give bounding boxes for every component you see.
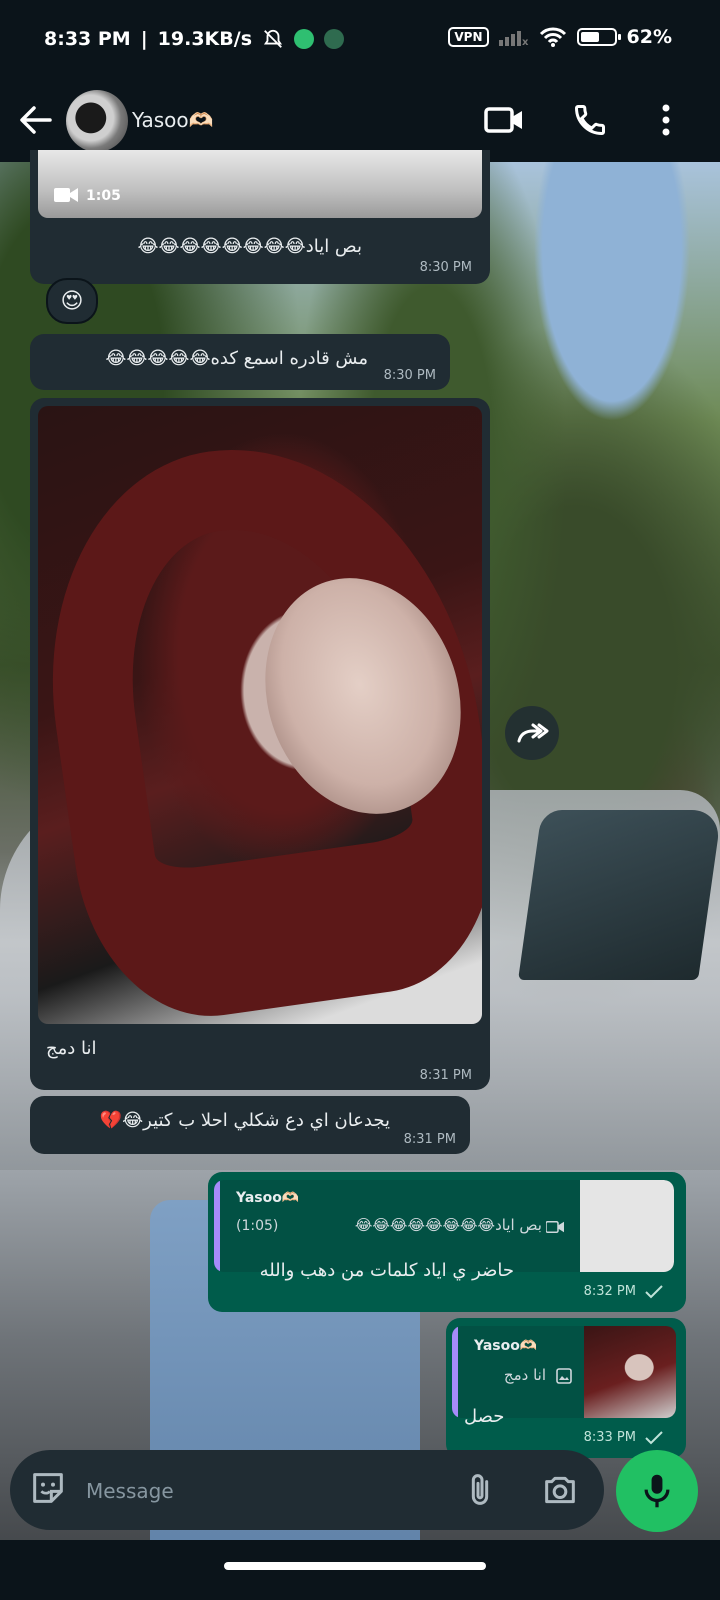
- wallpaper-car-window: [518, 810, 720, 980]
- video-camera-icon: [484, 107, 522, 133]
- image-caption: انا دمج: [46, 1038, 97, 1059]
- signal-icon: x: [498, 31, 529, 46]
- check-icon: [645, 1285, 663, 1299]
- more-options-button[interactable]: [640, 94, 692, 146]
- video-camera-icon: [546, 1221, 564, 1233]
- bell-muted-icon: [263, 29, 283, 48]
- camera-button[interactable]: [540, 1470, 582, 1510]
- message-time: 8:32 PM: [583, 1284, 636, 1299]
- status-time: 8:33 PM: [44, 28, 131, 50]
- message-text: يجدعان اي دع شكلي احلا ب كتير😂💔: [99, 1110, 390, 1131]
- message-text: بص اياد😂😂😂😂😂😂😂😂: [137, 236, 362, 257]
- svg-text:x: x: [522, 37, 529, 46]
- message-text: حصل: [464, 1406, 505, 1427]
- quote-thumbnail: [584, 1326, 676, 1418]
- back-button[interactable]: [14, 98, 58, 142]
- network-speed: 19.3KB/s: [157, 28, 253, 50]
- camera-icon: [545, 1476, 575, 1504]
- forward-button[interactable]: [505, 706, 559, 760]
- message-time: 8:30 PM: [383, 368, 436, 383]
- arrow-left-icon: [20, 106, 52, 134]
- video-duration: 1:05: [86, 188, 121, 204]
- app-notification-icon-2: [324, 29, 345, 49]
- phone-icon: [574, 105, 605, 136]
- message-bubble-outgoing-reply[interactable]: Yasoo🫶🏻 (1:05) بص اياد😂😂😂😂😂😂😂😂 حاضر ي اي…: [208, 1172, 686, 1312]
- status-bar: 8:33 PM | 19.3KB/s VPN x 62%: [0, 0, 720, 80]
- contact-avatar[interactable]: [66, 90, 128, 152]
- quote-text: بص اياد😂😂😂😂😂😂😂😂: [354, 1216, 542, 1234]
- message-text: حاضر ي اياد كلمات من دهب والله: [259, 1260, 514, 1281]
- attach-button[interactable]: [460, 1470, 500, 1510]
- message-composer: [10, 1450, 604, 1530]
- message-text: مش قادره اسمع كده😂😂😂😂😂: [105, 348, 368, 369]
- wifi-icon: [539, 27, 566, 47]
- voice-call-button[interactable]: [564, 94, 616, 146]
- video-camera-icon: [54, 188, 78, 202]
- vpn-badge: VPN: [448, 27, 489, 47]
- message-time: 8:30 PM: [419, 260, 472, 275]
- quoted-message[interactable]: Yasoo🫶🏻 انا دمج: [452, 1326, 676, 1418]
- message-time: 8:31 PM: [403, 1132, 456, 1147]
- battery-icon: [576, 28, 621, 46]
- sticker-button[interactable]: [28, 1468, 72, 1512]
- quote-author: Yasoo🫶🏻: [474, 1338, 538, 1354]
- app-notification-icon: [294, 29, 315, 49]
- quoted-message[interactable]: Yasoo🫶🏻 (1:05) بص اياد😂😂😂😂😂😂😂😂: [214, 1180, 674, 1272]
- image-icon: [556, 1368, 572, 1384]
- message-reaction[interactable]: 😍: [46, 278, 98, 324]
- paperclip-icon: [471, 1474, 489, 1505]
- quote-author: Yasoo🫶🏻: [236, 1190, 300, 1206]
- shared-photo[interactable]: [38, 406, 482, 1024]
- message-bubble-incoming[interactable]: مش قادره اسمع كده😂😂😂😂😂 8:30 PM: [30, 334, 450, 390]
- video-thumbnail[interactable]: 1:05: [38, 150, 482, 218]
- quote-thumbnail: [580, 1180, 674, 1272]
- voice-record-button[interactable]: [616, 1450, 698, 1532]
- message-bubble-incoming-video[interactable]: 1:05 بص اياد😂😂😂😂😂😂😂😂 8:30 PM: [30, 150, 490, 284]
- message-time: 8:33 PM: [583, 1430, 636, 1445]
- message-time: 8:31 PM: [419, 1068, 472, 1083]
- quote-text: انا دمج: [503, 1366, 546, 1384]
- contact-name[interactable]: Yasoo🫶🏻: [132, 108, 214, 132]
- forward-icon: [517, 723, 549, 743]
- message-input[interactable]: [84, 1472, 448, 1510]
- more-vertical-icon: [662, 104, 670, 136]
- message-bubble-outgoing-reply[interactable]: Yasoo🫶🏻 انا دمج حصل 8:33 PM: [446, 1318, 686, 1458]
- quote-duration: (1:05): [236, 1218, 279, 1234]
- home-gesture-handle[interactable]: [224, 1562, 486, 1570]
- check-icon: [645, 1431, 663, 1445]
- sticker-icon: [33, 1473, 63, 1503]
- message-bubble-incoming-image[interactable]: انا دمج 8:31 PM: [30, 398, 490, 1090]
- video-call-button[interactable]: [478, 94, 530, 146]
- microphone-icon: [644, 1474, 670, 1508]
- battery-percent: 62%: [626, 26, 672, 48]
- message-bubble-incoming[interactable]: يجدعان اي دع شكلي احلا ب كتير😂💔 8:31 PM: [30, 1096, 470, 1154]
- system-nav-bar: [0, 1540, 720, 1600]
